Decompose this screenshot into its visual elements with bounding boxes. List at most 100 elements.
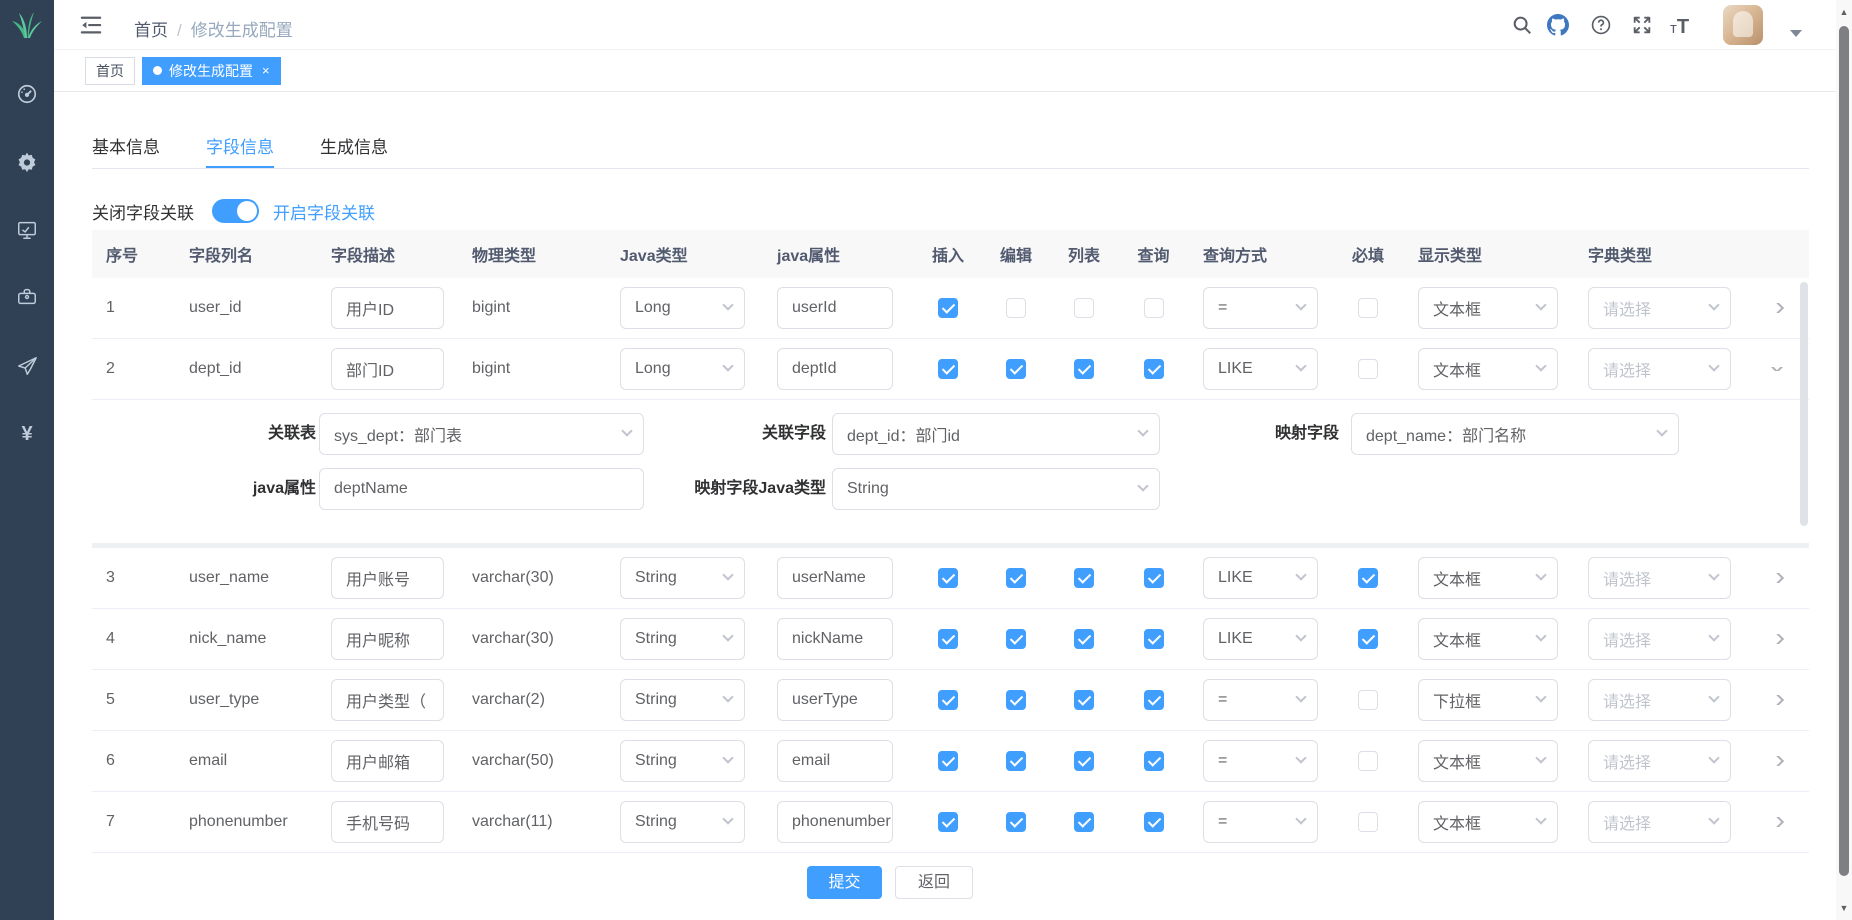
java-type-select[interactable]: String: [620, 557, 745, 599]
scroll-up-arrow-icon[interactable]: ▲: [1836, 4, 1852, 20]
required-checkbox[interactable]: [1358, 629, 1378, 649]
expand-row-icon[interactable]: [1770, 817, 1784, 827]
query-checkbox[interactable]: [1144, 298, 1164, 318]
java-type-select[interactable]: String: [620, 679, 745, 721]
sidebar-item-system[interactable]: [16, 151, 38, 173]
breadcrumb-home[interactable]: 首页: [134, 21, 168, 40]
map-java-type-select[interactable]: String: [832, 468, 1160, 510]
comment-input[interactable]: 手机号码: [331, 801, 444, 843]
dict-type-select[interactable]: 请选择: [1588, 348, 1731, 390]
comment-input[interactable]: 用户ID: [331, 287, 444, 329]
required-checkbox[interactable]: [1358, 298, 1378, 318]
dict-type-select[interactable]: 请选择: [1588, 801, 1731, 843]
tab-gen-info[interactable]: 生成信息: [320, 128, 388, 168]
dict-type-select[interactable]: 请选择: [1588, 740, 1731, 782]
expand-row-icon[interactable]: [1770, 573, 1784, 583]
field-relation-switch[interactable]: [212, 199, 259, 223]
html-type-select[interactable]: 文本框: [1418, 557, 1558, 599]
java-field-input[interactable]: userName: [777, 557, 893, 599]
list-checkbox[interactable]: [1074, 568, 1094, 588]
query-checkbox[interactable]: [1144, 751, 1164, 771]
comment-input[interactable]: 用户账号: [331, 557, 444, 599]
java-field-input[interactable]: email: [777, 740, 893, 782]
dict-type-select[interactable]: 请选择: [1588, 287, 1731, 329]
tag-current[interactable]: 修改生成配置 ×: [142, 57, 281, 85]
tag-home[interactable]: 首页: [85, 57, 135, 85]
insert-checkbox[interactable]: [938, 690, 958, 710]
expand-row-icon[interactable]: [1770, 634, 1784, 644]
html-type-select[interactable]: 文本框: [1418, 287, 1558, 329]
back-button[interactable]: 返回: [895, 866, 973, 899]
collapse-row-icon[interactable]: [1770, 367, 1784, 371]
help-icon[interactable]: [1590, 14, 1612, 36]
edit-checkbox[interactable]: [1006, 298, 1026, 318]
edit-checkbox[interactable]: [1006, 812, 1026, 832]
required-checkbox[interactable]: [1358, 690, 1378, 710]
list-checkbox[interactable]: [1074, 298, 1094, 318]
rel-table-select[interactable]: sys_dept：部门表: [319, 413, 644, 455]
insert-checkbox[interactable]: [938, 298, 958, 318]
page-scrollbar-thumb[interactable]: [1839, 26, 1849, 876]
sidebar-item-pay[interactable]: ¥: [16, 423, 38, 445]
edit-checkbox[interactable]: [1006, 629, 1026, 649]
java-field-input[interactable]: userType: [777, 679, 893, 721]
github-icon[interactable]: [1547, 14, 1569, 36]
java-type-select[interactable]: String: [620, 618, 745, 660]
list-checkbox[interactable]: [1074, 690, 1094, 710]
query-checkbox[interactable]: [1144, 359, 1164, 379]
close-tag-icon[interactable]: ×: [262, 63, 270, 78]
tab-basic-info[interactable]: 基本信息: [92, 128, 160, 168]
java-field-input[interactable]: nickName: [777, 618, 893, 660]
dict-type-select[interactable]: 请选择: [1588, 618, 1731, 660]
sidebar-item-monitor[interactable]: [16, 219, 38, 241]
expand-row-icon[interactable]: [1770, 303, 1784, 313]
map-field-select[interactable]: dept_name：部门名称: [1351, 413, 1679, 455]
required-checkbox[interactable]: [1358, 812, 1378, 832]
insert-checkbox[interactable]: [938, 629, 958, 649]
html-type-select[interactable]: 文本框: [1418, 618, 1558, 660]
query-checkbox[interactable]: [1144, 568, 1164, 588]
dict-type-select[interactable]: 请选择: [1588, 679, 1731, 721]
sidebar-item-deploy[interactable]: [16, 355, 38, 377]
comment-input[interactable]: 用户类型（: [331, 679, 444, 721]
html-type-select[interactable]: 下拉框: [1418, 679, 1558, 721]
query-type-select[interactable]: =: [1203, 801, 1318, 843]
fullscreen-icon[interactable]: [1631, 14, 1653, 36]
list-checkbox[interactable]: [1074, 359, 1094, 379]
rel-field-select[interactable]: dept_id：部门id: [832, 413, 1160, 455]
comment-input[interactable]: 部门ID: [331, 348, 444, 390]
expand-row-icon[interactable]: [1770, 695, 1784, 705]
font-size-icon[interactable]: тT: [1670, 16, 1704, 38]
query-type-select[interactable]: =: [1203, 287, 1318, 329]
java-type-select[interactable]: Long: [620, 287, 745, 329]
java-type-select[interactable]: String: [620, 740, 745, 782]
query-type-select[interactable]: LIKE: [1203, 557, 1318, 599]
required-checkbox[interactable]: [1358, 359, 1378, 379]
table-scrollbar[interactable]: [1800, 282, 1808, 618]
edit-checkbox[interactable]: [1006, 359, 1026, 379]
submit-button[interactable]: 提交: [807, 866, 882, 899]
insert-checkbox[interactable]: [938, 751, 958, 771]
scroll-down-arrow-icon[interactable]: ▼: [1836, 900, 1852, 916]
html-type-select[interactable]: 文本框: [1418, 348, 1558, 390]
search-icon[interactable]: [1511, 14, 1533, 36]
insert-checkbox[interactable]: [938, 568, 958, 588]
java-type-select[interactable]: String: [620, 801, 745, 843]
sidebar-item-tool[interactable]: [16, 286, 38, 308]
list-checkbox[interactable]: [1074, 629, 1094, 649]
query-checkbox[interactable]: [1144, 812, 1164, 832]
comment-input[interactable]: 用户邮箱: [331, 740, 444, 782]
edit-checkbox[interactable]: [1006, 751, 1026, 771]
user-avatar[interactable]: [1723, 5, 1763, 45]
query-checkbox[interactable]: [1144, 629, 1164, 649]
tab-field-info[interactable]: 字段信息: [206, 128, 274, 168]
page-scrollbar[interactable]: ▲ ▼: [1836, 0, 1852, 920]
insert-checkbox[interactable]: [938, 812, 958, 832]
java-field-input[interactable]: userId: [777, 287, 893, 329]
query-type-select[interactable]: =: [1203, 740, 1318, 782]
required-checkbox[interactable]: [1358, 751, 1378, 771]
list-checkbox[interactable]: [1074, 751, 1094, 771]
sidebar-item-dashboard[interactable]: [16, 83, 38, 105]
comment-input[interactable]: 用户昵称: [331, 618, 444, 660]
required-checkbox[interactable]: [1358, 568, 1378, 588]
